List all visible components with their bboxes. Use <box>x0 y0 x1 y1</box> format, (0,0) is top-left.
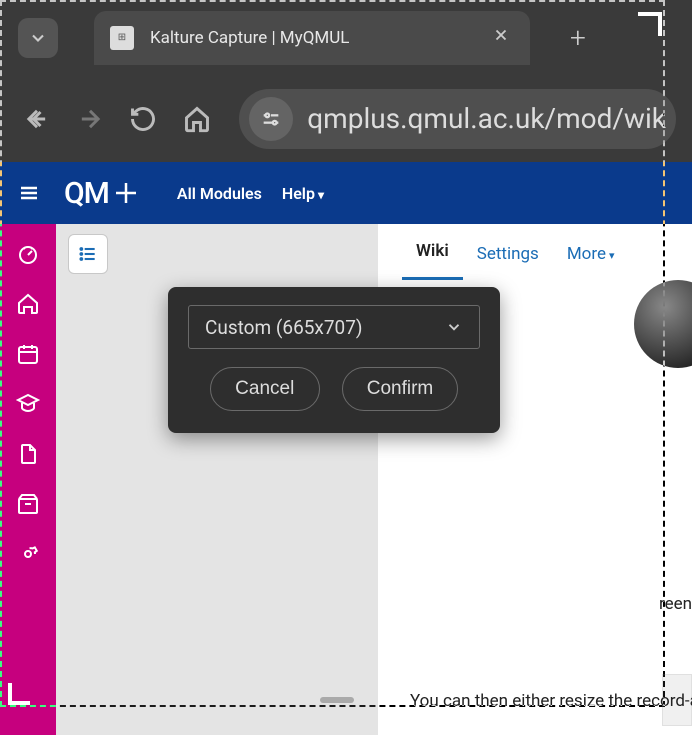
selection-bottom-handle[interactable] <box>320 697 354 703</box>
main-content: Wiki Settings More▾ reen You can then ei… <box>56 162 692 735</box>
page-body: QM All Modules Help▾ <box>0 162 692 735</box>
clipped-text-fragment: reen <box>659 594 692 614</box>
instruction-text: You can then either resize the record-al… <box>410 691 692 711</box>
size-select[interactable]: Custom (665x707) <box>188 305 480 349</box>
back-button[interactable] <box>16 95 57 143</box>
site-logo[interactable]: QM <box>64 176 141 211</box>
dashboard-icon[interactable] <box>14 240 42 268</box>
site-header: QM All Modules Help▾ <box>0 162 692 224</box>
browser-nav-bar: qmplus.qmul.ac.uk/mod/wik <box>0 75 692 162</box>
home-button[interactable] <box>176 95 217 143</box>
files-icon[interactable] <box>14 440 42 468</box>
settings-icon[interactable] <box>14 540 42 568</box>
browser-tab[interactable]: ⊞ Kalture Capture | MyQMUL <box>94 11 530 65</box>
calendar-icon[interactable] <box>14 340 42 368</box>
nav-help[interactable]: Help▾ <box>282 184 324 203</box>
tab-settings[interactable]: Settings <box>463 230 553 280</box>
dialog-actions: Cancel Confirm <box>188 367 480 411</box>
url-text: qmplus.qmul.ac.uk/mod/wik <box>307 102 666 135</box>
browser-chrome: ⊞ Kalture Capture | MyQMUL + qmplus.qmul… <box>0 0 692 162</box>
tab-favicon: ⊞ <box>110 26 134 50</box>
tab-title: Kalture Capture | MyQMUL <box>150 28 472 48</box>
selection-corner-bottom-left[interactable] <box>8 683 30 705</box>
tab-more[interactable]: More▾ <box>553 230 629 280</box>
capture-size-dialog: Custom (665x707) Cancel Confirm <box>168 287 500 433</box>
home-icon[interactable] <box>14 290 42 318</box>
page-tabs: Wiki Settings More▾ <box>378 224 692 280</box>
tab-wiki[interactable]: Wiki <box>402 227 463 280</box>
browser-tab-bar: ⊞ Kalture Capture | MyQMUL + <box>0 0 692 75</box>
courses-icon[interactable] <box>14 390 42 418</box>
menu-toggle-button[interactable] <box>8 172 50 214</box>
app-sidebar <box>0 162 56 735</box>
forward-button[interactable] <box>69 95 110 143</box>
new-tab-button[interactable]: + <box>558 15 598 60</box>
selection-corner-top-right[interactable] <box>638 12 662 36</box>
chevron-down-icon <box>445 318 463 336</box>
close-tab-button[interactable] <box>488 22 514 53</box>
address-bar[interactable]: qmplus.qmul.ac.uk/mod/wik <box>239 89 676 149</box>
tab-search-button[interactable] <box>18 18 58 58</box>
reload-button[interactable] <box>123 95 164 143</box>
cancel-button[interactable]: Cancel <box>210 367 320 411</box>
archive-icon[interactable] <box>14 490 42 518</box>
size-select-value: Custom (665x707) <box>205 316 363 339</box>
nav-all-modules[interactable]: All Modules <box>177 184 262 203</box>
index-toggle-button[interactable] <box>68 234 108 274</box>
site-settings-icon[interactable] <box>249 97 293 141</box>
confirm-button[interactable]: Confirm <box>342 367 459 411</box>
